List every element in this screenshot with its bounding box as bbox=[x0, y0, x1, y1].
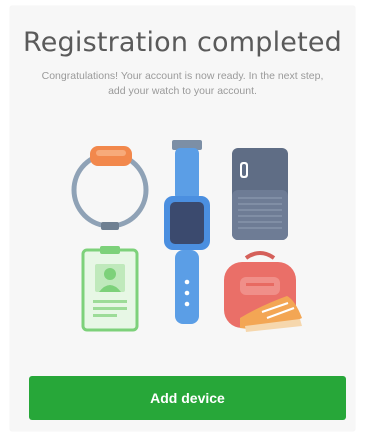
add-device-button[interactable]: Add device bbox=[29, 376, 346, 420]
smartwatch-icon bbox=[164, 140, 210, 324]
id-card-icon bbox=[81, 246, 139, 332]
tracker-device-icon bbox=[232, 148, 288, 240]
fitness-band-icon bbox=[71, 146, 149, 230]
devices-illustration bbox=[71, 140, 302, 332]
